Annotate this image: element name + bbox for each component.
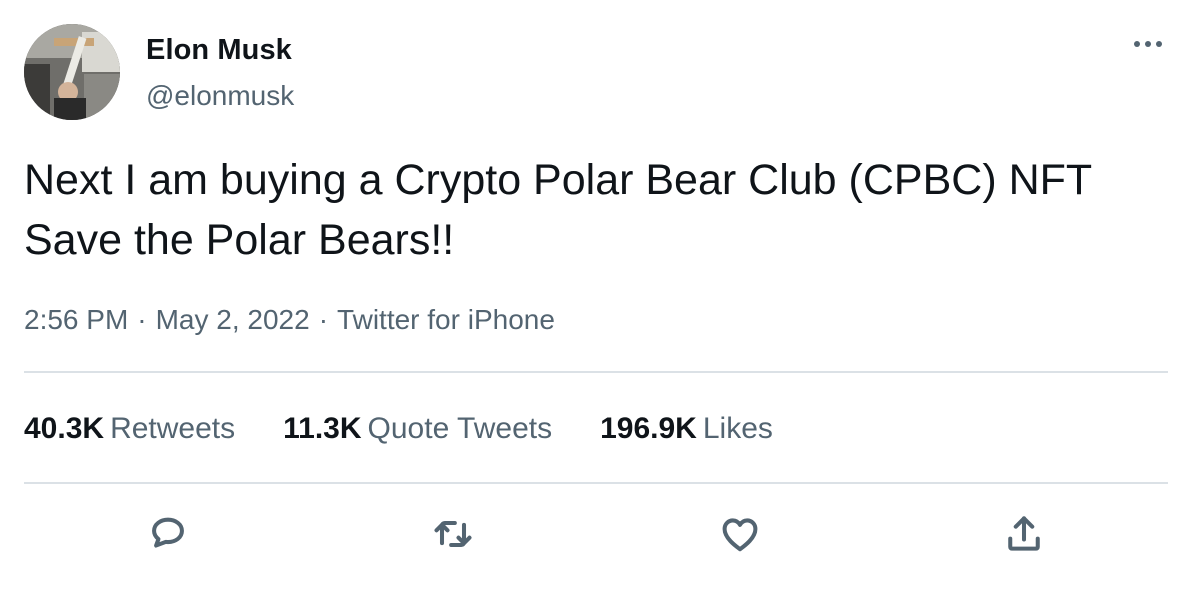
tweet-text-line: Save the Polar Bears!! (24, 216, 455, 264)
meta-separator: · (318, 304, 329, 335)
like-button[interactable] (716, 510, 764, 558)
likes-count: 196.9K (600, 412, 697, 445)
heart-icon (722, 518, 758, 552)
tweet-meta: 2:56 PM · May 2, 2022 · Twitter for iPhone (24, 304, 555, 336)
engagement-stats: 40.3K Retweets 11.3K Quote Tweets 196.9K Li… (24, 412, 773, 446)
author-handle[interactable]: @elonmusk (146, 80, 294, 112)
retweet-button[interactable] (429, 510, 477, 558)
retweets-label: Retweets (110, 412, 236, 445)
likes-stat[interactable]: 196.9K Likes (600, 412, 773, 446)
tweet-time[interactable]: 2:56 PM (24, 304, 128, 335)
quote-tweets-count: 11.3K (283, 412, 362, 445)
more-horizontal-icon (1156, 41, 1162, 47)
tweet-date[interactable]: May 2, 2022 (156, 304, 310, 335)
more-options-button[interactable] (1128, 32, 1168, 56)
quote-tweets-label: Quote Tweets (367, 412, 553, 445)
quote-tweets-stat[interactable]: 11.3K Quote Tweets (283, 412, 552, 446)
more-horizontal-icon (1145, 41, 1151, 47)
more-horizontal-icon (1134, 41, 1140, 47)
meta-separator: · (137, 304, 147, 335)
divider (24, 482, 1168, 484)
tweet-card: Elon Musk @elonmusk Next I am buying a C… (0, 0, 1192, 604)
reply-icon (152, 517, 184, 548)
share-icon (1008, 516, 1040, 551)
tweet-text: Next I am buying a Crypto Polar Bear Clu… (24, 150, 1164, 270)
retweets-stat[interactable]: 40.3K Retweets (24, 412, 235, 446)
retweet-icon (434, 520, 472, 548)
share-button[interactable] (1000, 510, 1048, 558)
reply-button[interactable] (144, 510, 192, 558)
likes-label: Likes (702, 412, 773, 445)
avatar-photo (24, 24, 120, 120)
author-name[interactable]: Elon Musk (146, 34, 292, 67)
tweet-text-line: Next I am buying a Crypto Polar Bear Clu… (24, 156, 1093, 204)
retweets-count: 40.3K (24, 412, 105, 445)
avatar[interactable] (24, 24, 120, 120)
divider (24, 371, 1168, 373)
tweet-source[interactable]: Twitter for iPhone (337, 304, 555, 335)
